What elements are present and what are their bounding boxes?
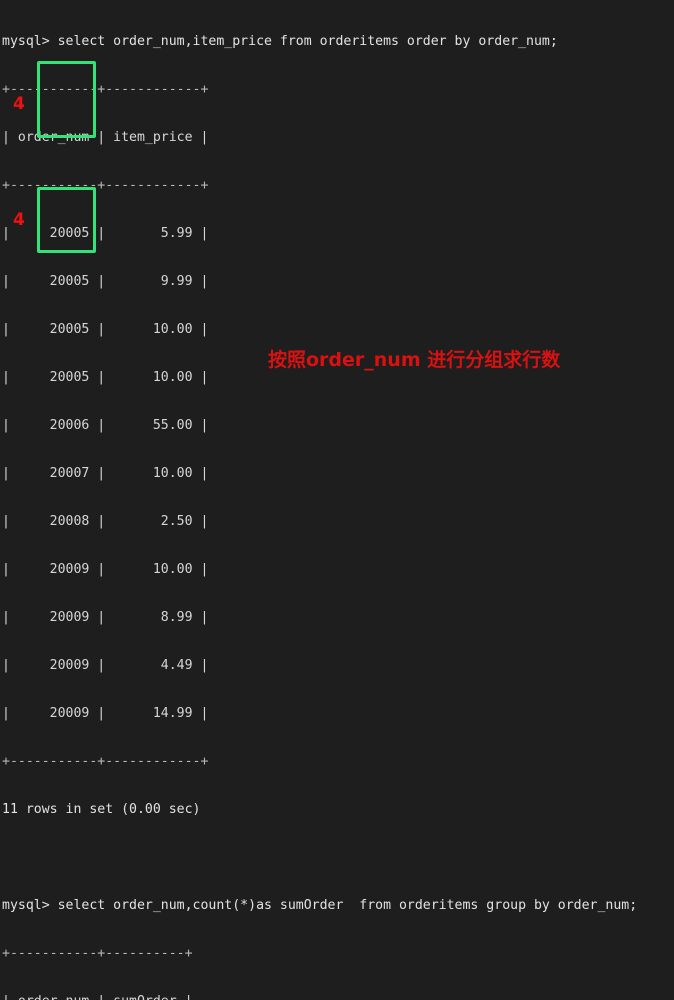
- table-row: | 20009 | 14.99 |: [2, 706, 209, 721]
- table-row: | 20005 | 5.99 |: [2, 226, 209, 241]
- sql-prompt-line-1: mysql> select order_num,item_price from …: [2, 34, 558, 49]
- table-row: | 20009 | 8.99 |: [2, 610, 209, 625]
- group-count-label-20009: 4: [13, 210, 25, 230]
- table-row: | 20008 | 2.50 |: [2, 514, 209, 529]
- sql-prompt-line-2: mysql> select order_num,count(*)as sumOr…: [2, 898, 638, 913]
- table2-top-rule: +-----------+----------+: [2, 946, 193, 961]
- table-row: | 20009 | 10.00 |: [2, 562, 209, 577]
- table1-bottom-rule: +-----------+------------+: [2, 754, 209, 769]
- table1-status-line: 11 rows in set (0.00 sec): [2, 802, 201, 817]
- terminal-output[interactable]: mysql> select order_num,item_price from …: [0, 0, 674, 1000]
- table2-header-row: | order_num | sumOrder |: [2, 994, 674, 1000]
- table-row: | 20007 | 10.00 |: [2, 466, 209, 481]
- table-row: | 20005 | 9.99 |: [2, 274, 209, 289]
- table1-header-rule: +-----------+------------+: [2, 178, 209, 193]
- table1-top-rule: +-----------+------------+: [2, 82, 209, 97]
- table-row: | 20005 | 10.00 |: [2, 322, 209, 337]
- table-row: | 20005 | 10.00 |: [2, 370, 209, 385]
- group-count-label-20005: 4: [13, 94, 25, 114]
- table-row: | 20006 | 55.00 |: [2, 418, 209, 433]
- table-row: | 20009 | 4.49 |: [2, 658, 209, 673]
- explanation-note: 按照order_num 进行分组求行数: [268, 349, 561, 371]
- table1-header-row: | order_num | item_price |: [2, 130, 209, 145]
